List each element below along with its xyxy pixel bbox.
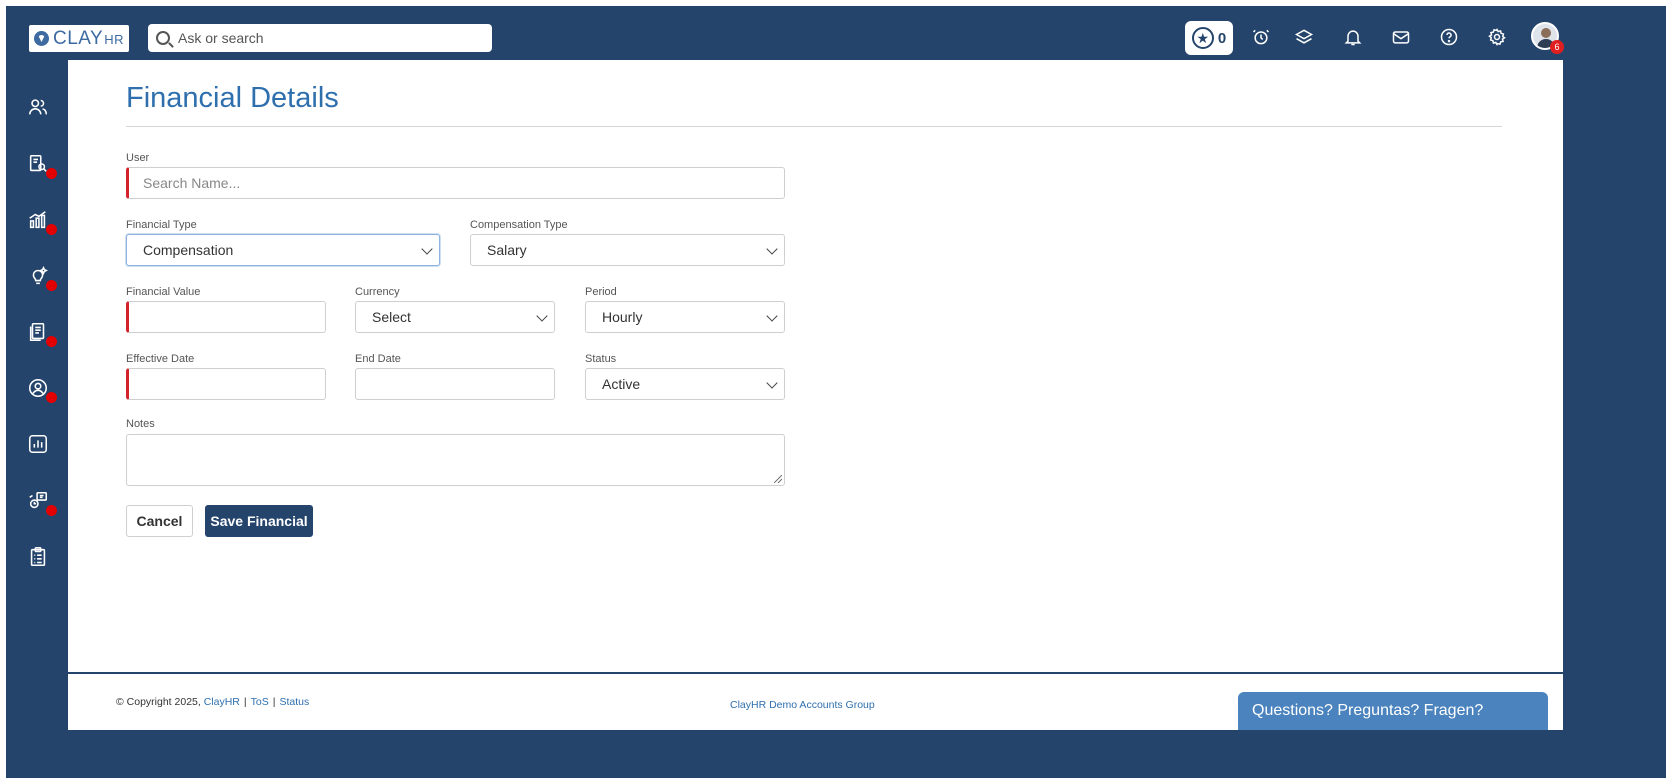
alarm-clock-icon[interactable] (1249, 25, 1273, 49)
notes-label: Notes (126, 418, 155, 430)
star-icon: ★ (1191, 27, 1214, 49)
gear-icon[interactable] (1485, 25, 1509, 49)
growth-alert-dot (46, 224, 57, 235)
copyright: © Copyright 2025, ClayHR | ToS | Status (116, 696, 310, 708)
search-icon (156, 31, 170, 45)
global-search[interactable] (148, 24, 492, 52)
chevron-down-icon (766, 243, 778, 255)
financial-value-label: Financial Value (126, 286, 201, 298)
workflow-alert-dot (46, 505, 57, 516)
points-count: 0 (1217, 29, 1227, 47)
financial-type-select[interactable]: Compensation (126, 234, 440, 266)
company-link[interactable]: ClayHR (204, 696, 240, 708)
user-search-field[interactable]: Search Name... (126, 167, 785, 199)
mail-icon[interactable] (1389, 25, 1413, 49)
currency-value: Select (372, 309, 411, 325)
currency-select[interactable]: Select (355, 301, 555, 333)
status-value: Active (602, 376, 641, 392)
end-date-input[interactable] (355, 368, 555, 400)
main-content: Financial Details User Search Name... Fi… (68, 60, 1563, 672)
help-chat-widget[interactable]: Questions? Preguntas? Fragen? (1238, 692, 1548, 730)
cancel-button[interactable]: Cancel (126, 505, 193, 537)
clayhr-logo[interactable]: CLAYHR (29, 25, 129, 52)
save-financial-button[interactable]: Save Financial (205, 505, 313, 537)
user-label: User (126, 152, 150, 164)
compensation-type-select[interactable]: Salary (470, 234, 785, 266)
payroll-alert-dot (46, 168, 57, 179)
bell-icon[interactable] (1341, 25, 1365, 49)
period-label: Period (585, 286, 617, 298)
chevron-down-icon (421, 243, 433, 255)
logo-text: CLAY (53, 27, 104, 49)
chevron-down-icon (766, 310, 778, 322)
user-search-placeholder: Search Name... (143, 175, 241, 191)
status-label: Status (585, 353, 617, 365)
report-chart-icon[interactable] (26, 432, 50, 456)
points-badge[interactable]: ★ 0 (1185, 21, 1233, 55)
sidebar (8, 66, 68, 778)
top-bar: CLAYHR ★ 0 (8, 8, 1664, 66)
tos-link[interactable]: ToS (251, 696, 269, 708)
documents-alert-dot (46, 336, 57, 347)
app-frame: CLAYHR ★ 0 (6, 6, 1666, 778)
notification-count-badge: 6 (1550, 40, 1564, 54)
copyright-text: © Copyright 2025, (116, 696, 201, 708)
currency-label: Currency (355, 286, 400, 298)
layers-icon[interactable] (1292, 25, 1316, 49)
search-input[interactable] (178, 30, 478, 46)
resize-handle-icon[interactable] (774, 475, 782, 483)
financial-value-input[interactable] (126, 301, 326, 333)
help-circle-icon[interactable] (1437, 25, 1461, 49)
clayhr-logo-mark-icon (34, 31, 49, 46)
compensation-type-label: Compensation Type (470, 219, 568, 231)
effective-date-input[interactable] (126, 368, 326, 400)
financial-type-label: Financial Type (126, 219, 197, 231)
chevron-down-icon (766, 377, 778, 389)
title-divider (126, 126, 1502, 127)
ideas-alert-dot (46, 280, 57, 291)
chevron-down-icon (536, 310, 548, 322)
end-date-label: End Date (355, 353, 401, 365)
logo-suffix: HR (104, 31, 125, 47)
users-icon[interactable] (26, 95, 50, 119)
compensation-type-value: Salary (487, 242, 527, 258)
status-link[interactable]: Status (279, 696, 309, 708)
notes-textarea[interactable] (126, 434, 785, 486)
financial-type-value: Compensation (143, 242, 234, 258)
period-select[interactable]: Hourly (585, 301, 785, 333)
profile-alert-dot (46, 392, 57, 403)
status-select[interactable]: Active (585, 368, 785, 400)
page-title: Financial Details (126, 82, 339, 114)
period-value: Hourly (602, 309, 643, 325)
effective-date-label: Effective Date (126, 353, 195, 365)
clipboard-icon[interactable] (26, 545, 50, 569)
account-group: ClayHR Demo Accounts Group (730, 699, 875, 711)
